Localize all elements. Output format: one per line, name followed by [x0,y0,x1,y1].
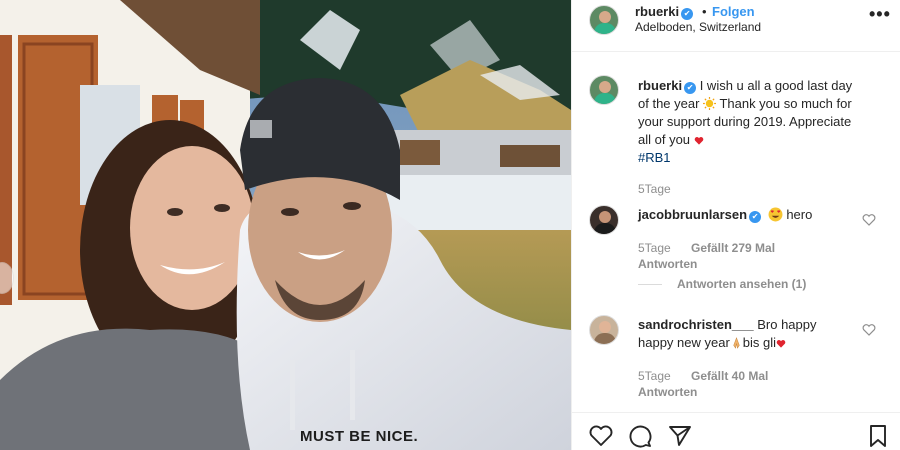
hoodie-print: MUST BE NICE. [300,428,419,445]
comment-like-heart-icon[interactable] [862,213,876,227]
caption-line-4: all of you [638,132,691,147]
caption-line-2a: of the year [638,96,700,111]
author-username[interactable]: rbuerki ✔ [635,4,694,20]
post-photo[interactable]: MUST BE NICE. [0,0,571,450]
verified-icon: ✔ [681,8,694,20]
comment-likes[interactable]: Gefällt 40 Mal [691,369,768,383]
caption-line-2b: Thank you so much for [716,96,852,111]
verified-icon: ✔ [684,82,697,94]
comment-text: jacobbruunlarsen ✔ hero [638,206,858,224]
caption-username[interactable]: rbuerki [638,78,682,93]
comment-likes-text: Gefällt 279 Mal [691,241,776,255]
comment-reply-button[interactable]: Antworten [638,257,697,271]
comment-icon[interactable] [627,423,653,449]
heart-eyes-emoji-icon [768,207,783,222]
caption-author-avatar[interactable] [589,75,619,105]
comment-age[interactable]: 5Tage [638,369,671,383]
caption-line-3: your support during 2019. Appreciate [638,114,852,129]
photo-image [0,0,571,450]
comment-likes-text: Gefällt 40 Mal [691,369,769,383]
heart-emoji-icon [694,137,703,145]
author-avatar[interactable] [589,5,619,35]
sun-emoji-icon [703,97,717,110]
author-username-text: rbuerki [635,4,680,19]
caption-age[interactable]: 5Tage [638,182,671,196]
comment-like-heart-icon[interactable] [862,323,876,337]
share-icon[interactable] [667,423,693,449]
post-header: rbuerki ✔ • Folgen Adelboden, Switzerland… [572,0,900,52]
comment-body-line-2a: happy new year [638,335,730,350]
post-side-panel: rbuerki ✔ • Folgen Adelboden, Switzerland… [571,0,900,450]
bookmark-icon[interactable] [865,423,891,449]
comment-age[interactable]: 5Tage [638,241,671,255]
location-link[interactable]: Adelboden, Switzerland [635,20,761,34]
comment-text: sandrochristen___ Bro happy happy new ye… [638,316,863,352]
comment-reply-text: Antworten [638,385,698,399]
caption-hashtag[interactable]: #RB1 [638,150,671,165]
separator-dot: • [702,4,707,19]
comment-reply-button[interactable]: Antworten [638,385,697,399]
comment-username[interactable]: jacobbruunlarsen [638,207,747,222]
post-caption: rbuerki ✔ I wish u all a good last day of… [638,77,888,167]
view-replies-text: Antworten ansehen (1) [677,277,807,291]
comment-body-line-2b: bis gli [742,335,777,350]
comment-avatar[interactable] [589,315,619,345]
action-bar [572,412,900,450]
comment-body-line-1: Bro happy [757,317,817,332]
caption-line-1: I wish u all a good last day [699,78,853,93]
comment-likes[interactable]: Gefällt 279 Mal [691,241,775,255]
prayer-emoji-icon [733,337,740,349]
verified-icon: ✔ [749,211,762,223]
heart-emoji-icon [776,340,786,348]
replies-divider [638,284,662,285]
comment-body: hero [786,207,813,222]
heart-icon[interactable] [588,423,614,449]
more-options-icon[interactable]: ••• [869,4,891,25]
comment-reply-text: Antworten [638,257,698,271]
view-replies-button[interactable]: Antworten ansehen (1) [677,277,806,291]
comment-username[interactable]: sandrochristen___ [638,317,754,332]
follow-button[interactable]: Folgen [712,4,755,19]
comment-avatar[interactable] [589,205,619,235]
